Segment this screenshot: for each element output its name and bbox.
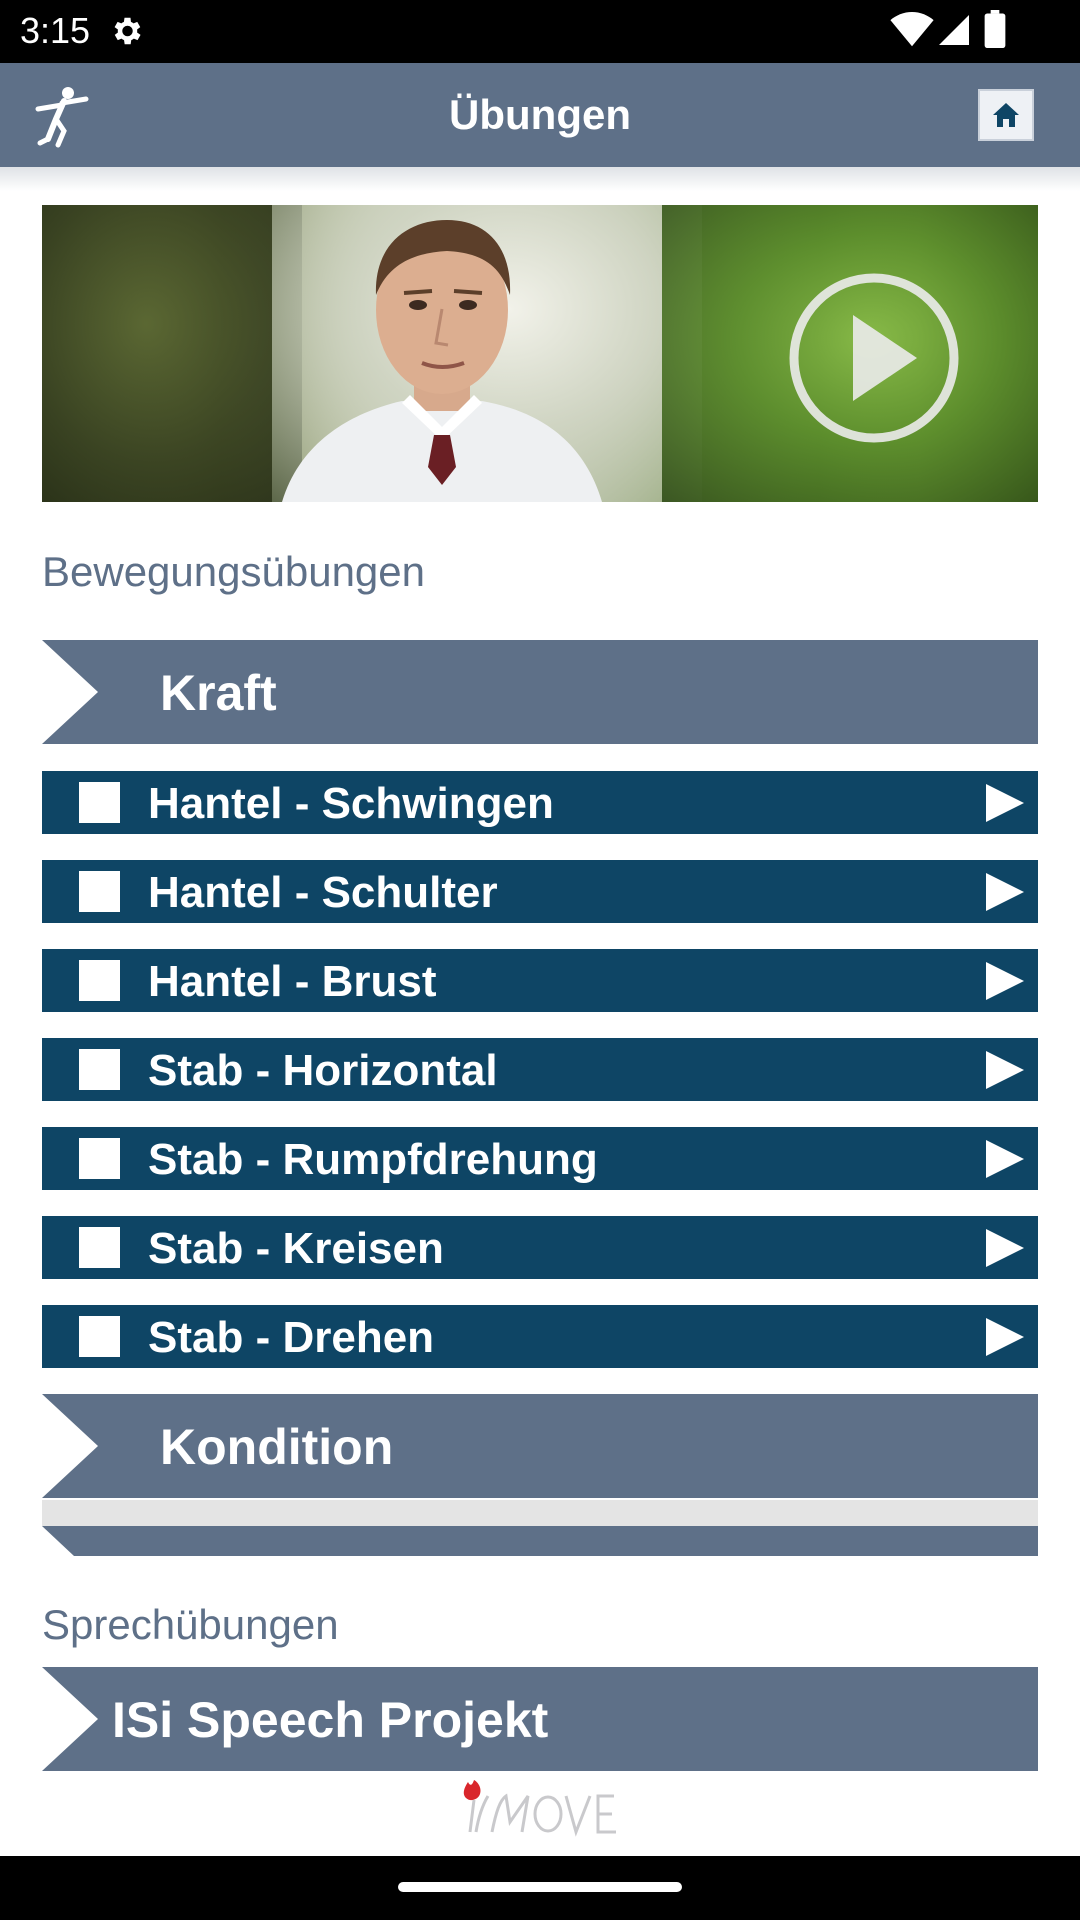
imove-logo	[463, 1780, 616, 1837]
category-divider	[42, 1500, 1038, 1526]
exercise-checkbox[interactable]	[79, 1138, 120, 1179]
play-arrow-icon[interactable]	[984, 1138, 1026, 1180]
battery-icon	[984, 10, 1006, 48]
section-heading-speech: Sprechübungen	[42, 1601, 339, 1648]
exercise-row[interactable]: Stab - Rumpfdrehung	[42, 1127, 1038, 1190]
exercise-label: Hantel - Brust	[148, 957, 437, 1006]
exercise-checkbox[interactable]	[79, 871, 120, 912]
exercise-row[interactable]: Stab - Horizontal	[42, 1038, 1038, 1101]
exercise-label: Stab - Drehen	[148, 1313, 435, 1362]
exercise-checkbox[interactable]	[79, 1049, 120, 1090]
category-label: Kraft	[160, 665, 277, 721]
play-arrow-icon[interactable]	[984, 1316, 1026, 1358]
play-arrow-icon[interactable]	[984, 1049, 1026, 1091]
exercise-checkbox[interactable]	[79, 1316, 120, 1357]
category-kraft[interactable]: Kraft	[42, 640, 1038, 744]
play-arrow-icon[interactable]	[984, 1227, 1026, 1269]
category-label: ISi Speech Projekt	[112, 1692, 549, 1748]
page-title: Übungen	[449, 91, 631, 138]
section-heading-movement: Bewegungsübungen	[42, 548, 426, 595]
exercise-label: Stab - Rumpfdrehung	[148, 1135, 598, 1184]
status-bar: 3:15	[0, 0, 1080, 63]
category-speech[interactable]: ISi Speech Projekt	[42, 1667, 1038, 1771]
exercise-row[interactable]: Hantel - Schwingen	[42, 771, 1038, 834]
exercise-row[interactable]: Hantel - Brust	[42, 949, 1038, 1012]
expand-arrow-icon	[42, 1394, 98, 1498]
app-bar: Übungen	[0, 63, 1080, 167]
exercise-checkbox[interactable]	[79, 960, 120, 1001]
exercise-row[interactable]: Stab - Drehen	[42, 1305, 1038, 1368]
exercise-label: Hantel - Schulter	[148, 868, 498, 917]
exercise-row[interactable]: Stab - Kreisen	[42, 1216, 1038, 1279]
exercise-row[interactable]: Hantel - Schulter	[42, 860, 1038, 923]
presenter-image	[282, 220, 602, 502]
exercise-label: Stab - Horizontal	[148, 1046, 498, 1095]
play-arrow-icon[interactable]	[984, 782, 1026, 824]
category-label: Kondition	[160, 1419, 394, 1475]
exercise-checkbox[interactable]	[79, 1227, 120, 1268]
home-gesture-handle[interactable]	[398, 1882, 682, 1892]
signal-icon	[939, 15, 969, 45]
expand-arrow-icon	[42, 1667, 98, 1771]
category-collapsed[interactable]	[42, 1526, 1038, 1556]
app-bar-shadow	[0, 167, 1080, 191]
play-circle-icon[interactable]	[787, 271, 961, 445]
home-button[interactable]	[978, 89, 1034, 141]
exercise-label: Stab - Kreisen	[148, 1224, 444, 1273]
wifi-icon	[890, 12, 934, 47]
category-kondition[interactable]: Kondition	[42, 1394, 1038, 1498]
exercise-checkbox[interactable]	[79, 782, 120, 823]
gear-icon	[114, 17, 141, 45]
play-arrow-icon[interactable]	[984, 871, 1026, 913]
play-arrow-icon[interactable]	[984, 960, 1026, 1002]
status-time: 3:15	[20, 10, 91, 51]
video-banner[interactable]	[42, 205, 1038, 502]
navigation-bar	[0, 1856, 1080, 1920]
home-icon	[993, 103, 1019, 127]
expand-arrow-icon	[42, 640, 98, 744]
exercise-label: Hantel - Schwingen	[148, 779, 554, 828]
expand-arrow-icon	[42, 1526, 74, 1556]
